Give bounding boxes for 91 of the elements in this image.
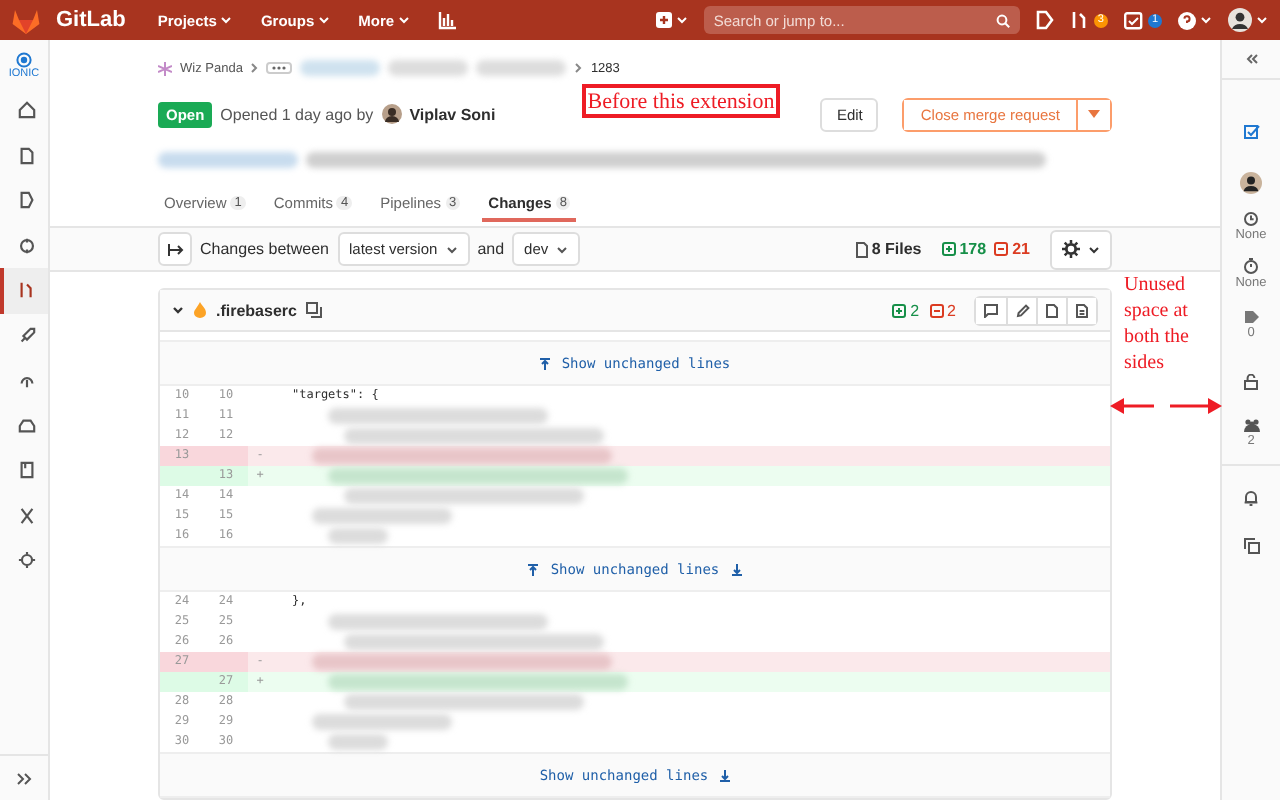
caret-icon [318,16,331,24]
rocket-icon [17,325,35,346]
expand-down-icon[interactable] [720,769,731,781]
blurred-text [388,60,469,76]
help-icon [1178,11,1196,29]
collapse-icon[interactable] [16,771,32,785]
document-icon [1076,303,1088,317]
blurred-text [476,60,567,76]
minus-square-icon [994,242,1009,256]
compare-label: Changes between [200,240,329,258]
flame-icon [194,302,206,318]
ellipsis-button[interactable] [266,62,293,74]
opened-info: Opened 1 day ago by [220,105,374,123]
arrow-right-icon [167,243,183,255]
chevron-icon [250,62,259,74]
line-number [160,466,204,486]
expand-up-icon[interactable] [528,563,539,575]
avatar-icon [381,104,402,124]
deletions-count: 2 [929,301,956,319]
edit-file-button[interactable] [1006,297,1036,323]
settings-dropdown[interactable] [1050,229,1112,269]
minus-square-icon [929,303,944,317]
ellipsis-icon [272,64,287,72]
files-count[interactable]: 8 Files [855,240,922,258]
timer-icon[interactable] [1243,258,1258,274]
avatar-icon[interactable] [1240,172,1262,194]
additions-count: 178 [941,240,987,258]
user-menu[interactable] [1228,8,1268,32]
avatar-icon [1228,8,1252,32]
dropdown-toggle[interactable] [1076,99,1110,129]
plus-square-icon [941,242,956,256]
bell-icon[interactable] [1244,490,1258,506]
merge-request-icon[interactable] [1069,10,1090,30]
plus-square-icon [892,303,907,317]
caret-icon [1088,110,1100,118]
new-menu[interactable] [655,12,688,28]
brand-name[interactable]: GitLab [56,8,126,32]
caret-icon [556,245,569,253]
line-number [160,672,204,692]
additions-count: 2 [892,301,920,319]
home-icon [17,100,35,121]
scissors-icon [17,505,35,526]
copy-icon[interactable] [306,302,323,318]
chevron-icon [574,62,583,74]
caret-icon [220,16,233,24]
double-arrow [1110,396,1222,416]
caret-icon [1088,245,1100,253]
caret-icon [398,16,411,24]
caret-icon [445,245,458,253]
caret-icon [1200,16,1212,24]
expand-up-icon[interactable] [539,357,550,369]
group-icon[interactable] [158,61,172,75]
and-label: and [477,240,505,258]
issues-icon [17,190,35,211]
caret-icon [675,16,688,24]
search-icon [995,13,1010,27]
document-icon [17,145,35,166]
comment-icon [984,303,998,317]
line-number [204,446,248,466]
raw-file-button[interactable] [1066,297,1096,323]
file-name: .firebaserc [216,301,297,319]
document-icon [855,241,868,257]
blurred-text [158,152,298,168]
expand-down-icon[interactable] [731,563,742,575]
caret-icon [1256,16,1268,24]
book-icon [17,460,35,481]
help-menu[interactable] [1178,11,1212,29]
author-link[interactable]: Viplav Soni [409,105,496,123]
chart-icon[interactable] [438,11,459,29]
line-number [204,652,248,672]
plus-square-icon [655,12,672,28]
todo-icon[interactable] [1243,124,1259,140]
copy-icon[interactable] [1243,538,1259,554]
tag-icon[interactable] [1243,310,1259,324]
document-icon [1046,303,1058,317]
annotation-label: Before this extension [582,84,780,118]
sidebar-item[interactable] [0,268,48,313]
clock-icon[interactable] [1243,212,1258,226]
blurred-text [300,60,381,76]
toggle-file-tree-button[interactable] [158,232,192,266]
settings-icon [17,550,35,571]
lock-icon[interactable] [1244,374,1258,390]
collapse-icon[interactable] [1245,54,1257,64]
people-icon[interactable] [1243,418,1259,432]
chevron-down-icon[interactable] [172,306,184,314]
merge-request-icon [17,280,35,301]
pencil-icon [1015,303,1029,317]
settings-icon [1062,240,1080,258]
project-icon[interactable] [16,52,32,68]
issues-icon[interactable] [1035,10,1054,30]
deletions-count: 21 [994,240,1030,258]
